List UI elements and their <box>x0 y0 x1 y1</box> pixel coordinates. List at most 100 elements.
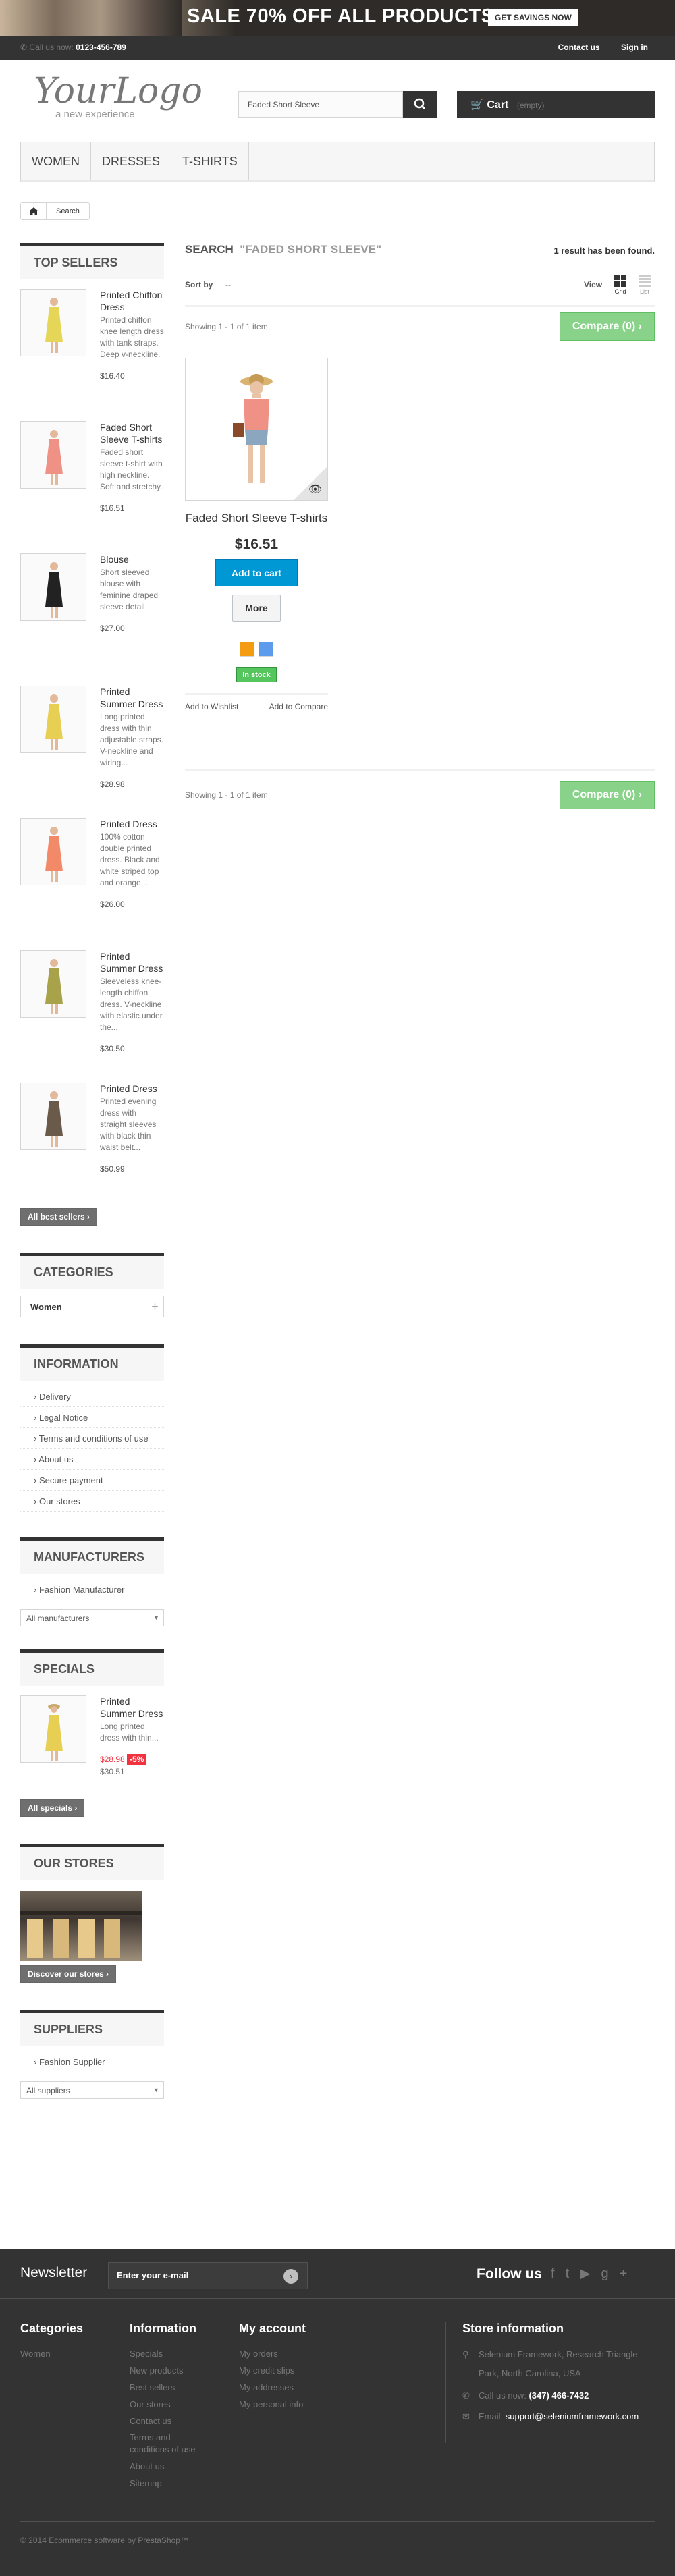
suppliers-title[interactable]: Suppliers <box>20 2010 164 2046</box>
footer-account-title: My account <box>239 2322 306 2335</box>
top-sellers-title[interactable]: Top sellers <box>20 243 164 279</box>
supplier-link[interactable]: › Fashion Supplier <box>20 2052 164 2072</box>
search-button[interactable] <box>403 91 437 118</box>
product-name[interactable]: Faded Short Sleeve T-shirts <box>185 511 328 526</box>
all-best-sellers-button[interactable]: All best sellers › <box>20 1208 98 1226</box>
product-card[interactable]: 👁 Faded Short Sleeve T-shirts $16.51 Add… <box>185 358 328 711</box>
home-icon[interactable] <box>21 203 47 219</box>
top-seller-name[interactable]: Printed Summer Dress Sleeveless knee-leng… <box>100 950 164 1055</box>
list-view-button[interactable]: List <box>639 275 651 295</box>
top-seller-name[interactable]: Printed Dress 100% cotton double printed … <box>100 818 164 910</box>
info-link[interactable]: › Delivery <box>20 1386 164 1407</box>
top-seller-price: $16.51 <box>100 503 125 513</box>
top-seller-name[interactable]: Printed Dress Printed evening dress with … <box>100 1083 164 1175</box>
info-link[interactable]: › About us <box>20 1449 164 1470</box>
left-column: Top sellers Printed Chiffon Dress Printed… <box>20 243 164 2099</box>
menu-item-dresses[interactable]: Dresses <box>91 142 172 180</box>
footer-link[interactable]: Sitemap <box>130 2475 211 2492</box>
footer-information-title: Information <box>130 2322 196 2335</box>
top-pagination: Showing 1 - 1 of 1 item Compare (0) › <box>185 312 655 348</box>
suppliers-list: › Fashion Supplier <box>20 2052 164 2072</box>
footer-link[interactable]: Specials <box>130 2345 211 2362</box>
google-plus-icon[interactable]: g+ <box>601 2266 639 2281</box>
footer-link[interactable]: New products <box>130 2362 211 2379</box>
all-specials-button[interactable]: All specials › <box>20 1799 85 1817</box>
contact-us-link[interactable]: Contact us <box>558 43 600 52</box>
footer-link[interactable]: My credit slips <box>239 2362 306 2379</box>
facebook-icon[interactable]: f <box>551 2266 566 2281</box>
expand-icon[interactable]: + <box>146 1296 163 1317</box>
top-seller-name[interactable]: Blouse Short sleeved blouse with feminine… <box>100 553 164 634</box>
add-to-cart-button[interactable]: Add to cart <box>215 559 298 586</box>
footer-link[interactable]: My personal info <box>239 2396 306 2413</box>
specials-title[interactable]: Specials <box>20 1649 164 1686</box>
info-link[interactable]: › Secure payment <box>20 1470 164 1491</box>
top-seller-name[interactable]: Printed Summer Dress Long printed dress w… <box>100 686 164 790</box>
top-seller-image[interactable] <box>20 818 86 885</box>
suppliers-select[interactable]: All suppliers ▼ <box>20 2081 164 2099</box>
stock-badge: In stock <box>236 667 277 682</box>
menu-item-tshirts[interactable]: T-shirts <box>171 142 249 180</box>
compare-button[interactable]: Compare (0) › <box>559 312 655 341</box>
all-best-sellers-label: All best sellers <box>28 1212 85 1222</box>
menu-item-women[interactable]: Women <box>21 142 91 180</box>
footer-link[interactable]: Our stores <box>130 2396 211 2413</box>
add-to-compare-link[interactable]: Add to Compare <box>269 702 328 711</box>
special-product-name[interactable]: Printed Summer Dress Long printed dress … <box>100 1695 164 1778</box>
top-seller-item: Printed Dress 100% cotton double printed … <box>20 809 164 941</box>
footer-link[interactable]: Women <box>20 2345 83 2362</box>
information-title: Information <box>20 1344 164 1381</box>
logo[interactable]: YourLogo a new experience <box>34 74 202 121</box>
envelope-icon: ✉ <box>462 2411 470 2421</box>
sign-in-link[interactable]: Sign in <box>621 43 648 52</box>
compare-button-bottom[interactable]: Compare (0) › <box>559 781 655 809</box>
top-seller-image[interactable] <box>20 553 86 621</box>
stores-title[interactable]: Our stores <box>20 1844 164 1880</box>
get-savings-button[interactable]: GET SAVINGS NOW <box>488 9 578 26</box>
store-email-link[interactable]: support@seleniumframework.com <box>506 2411 639 2421</box>
footer-link[interactable]: Best sellers <box>130 2379 211 2396</box>
footer-link[interactable]: About us <box>130 2458 211 2475</box>
store-image[interactable] <box>20 1891 142 1961</box>
add-to-wishlist-link[interactable]: Add to Wishlist <box>185 702 238 711</box>
color-swatch-orange[interactable] <box>240 642 254 657</box>
manufacturer-link[interactable]: › Fashion Manufacturer <box>20 1579 164 1599</box>
top-seller-image[interactable] <box>20 289 86 356</box>
promo-banner[interactable]: SALE 70% OFF ALL PRODUCTS GET SAVINGS NO… <box>0 0 675 36</box>
top-seller-image[interactable] <box>20 950 86 1018</box>
quick-view-icon[interactable]: 👁 <box>308 483 322 496</box>
footer-link[interactable]: My addresses <box>239 2379 306 2396</box>
twitter-icon[interactable]: t <box>566 2266 580 2281</box>
more-button[interactable]: More <box>232 595 281 622</box>
top-sellers-list: Printed Chiffon Dress Printed chiffon kne… <box>20 279 164 1205</box>
search-input[interactable]: Faded Short Sleeve <box>238 91 403 118</box>
newsletter-email-input[interactable]: Enter your e-mail <box>108 2262 308 2289</box>
footer-link[interactable]: My orders <box>239 2345 306 2362</box>
footer-categories: Categories Women <box>20 2322 83 2362</box>
info-link[interactable]: › Our stores <box>20 1491 164 1512</box>
info-link[interactable]: › Terms and conditions of use <box>20 1428 164 1449</box>
footer-link[interactable]: Contact us <box>130 2413 211 2430</box>
youtube-icon[interactable]: ▶ <box>580 2266 601 2281</box>
top-seller-image[interactable] <box>20 1083 86 1150</box>
copyright[interactable]: © 2014 Ecommerce software by PrestaShop™ <box>20 2521 655 2545</box>
product-image[interactable]: 👁 <box>185 358 328 501</box>
top-seller-image[interactable] <box>20 421 86 489</box>
info-link[interactable]: › Legal Notice <box>20 1407 164 1428</box>
cart-label: Cart <box>487 99 509 111</box>
top-seller-image[interactable] <box>20 686 86 753</box>
newsletter-submit-icon[interactable]: › <box>284 2269 298 2284</box>
top-seller-name[interactable]: Printed Chiffon Dress Printed chiffon kne… <box>100 289 164 382</box>
category-item-women[interactable]: Women + <box>20 1296 164 1317</box>
special-product-image[interactable] <box>20 1695 86 1763</box>
color-swatches <box>185 642 328 657</box>
manufacturers-select[interactable]: All manufacturers ▼ <box>20 1609 164 1626</box>
cart-button[interactable]: 🛒 Cart (empty) <box>457 91 655 118</box>
color-swatch-blue[interactable] <box>259 642 273 657</box>
grid-view-button[interactable]: Grid <box>614 275 626 295</box>
discover-stores-button[interactable]: Discover our stores › <box>20 1965 117 1983</box>
top-seller-name[interactable]: Faded Short Sleeve T-shirts Faded short s… <box>100 421 164 514</box>
sort-select[interactable]: -- <box>225 280 231 290</box>
footer-link[interactable]: Terms and conditions of use <box>130 2430 211 2458</box>
manufacturers-title[interactable]: Manufacturers <box>20 1537 164 1574</box>
